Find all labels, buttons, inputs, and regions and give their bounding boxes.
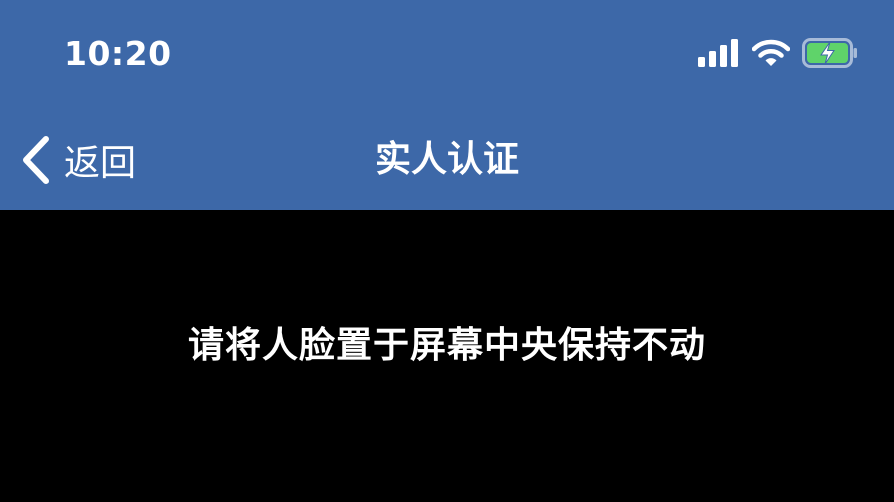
nav-bar: 返回 实人认证	[0, 110, 894, 210]
face-instruction-text: 请将人脸置于屏幕中央保持不动	[187, 325, 706, 366]
app-header: 10:20 返回 实人认证	[0, 0, 894, 210]
signal-icon	[698, 39, 740, 71]
wifi-icon	[751, 39, 791, 71]
battery-charging-icon	[802, 38, 858, 72]
status-bar: 10:20	[0, 0, 894, 110]
camera-preview: 请将人脸置于屏幕中央保持不动	[0, 210, 894, 502]
status-time: 10:20	[64, 34, 172, 73]
page-title: 实人认证	[374, 139, 519, 180]
status-icons	[698, 38, 858, 72]
